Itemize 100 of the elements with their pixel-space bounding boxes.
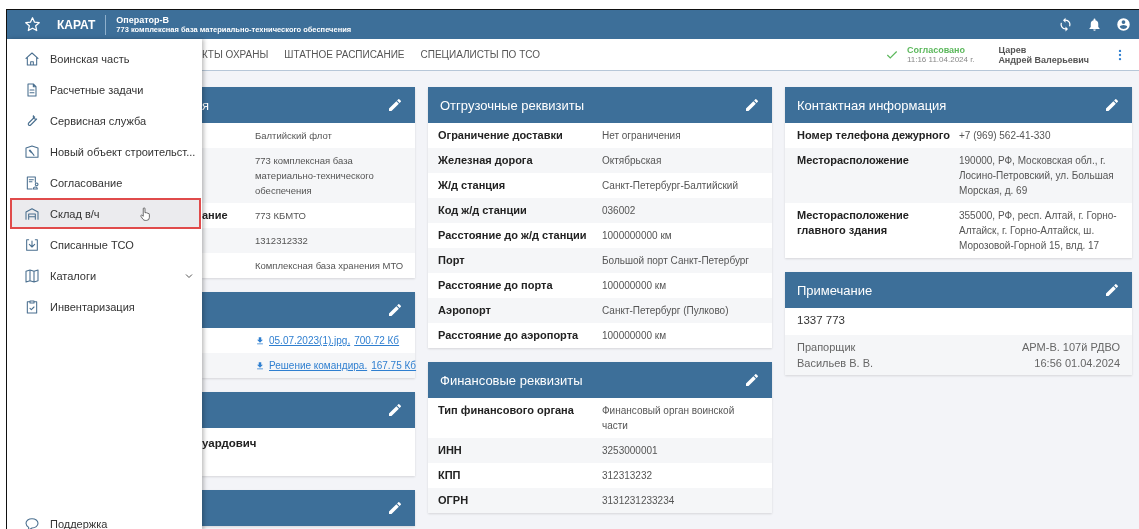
bell-icon[interactable] <box>1087 17 1102 32</box>
menu-item[interactable]: Списанные ТСО <box>10 229 201 260</box>
author-rank: Прапорщик <box>797 341 857 353</box>
field-value: 773 КБМТО <box>255 209 307 223</box>
operator-name: Оператор-В <box>116 15 171 25</box>
field-label: Расстояние до ж/д станции <box>437 228 588 243</box>
menu-item[interactable]: Расчетные задачи <box>10 74 201 105</box>
edit-button[interactable] <box>1104 97 1120 113</box>
warehouse-icon <box>24 205 40 222</box>
menu-item[interactable]: Склад в/ч <box>10 198 201 229</box>
pencil-icon <box>744 372 760 388</box>
tab[interactable]: КТЫ ОХРАНЫ <box>202 41 269 68</box>
field-label: ОГРН <box>437 493 470 508</box>
field-value: Финансовый орган воинской части <box>602 404 736 433</box>
file-size-link[interactable]: 167.75 Кб <box>371 358 417 373</box>
menu-item[interactable]: Инвентаризация <box>10 291 201 322</box>
field-value: Балтийский флот <box>255 129 333 143</box>
chat-bubble-icon <box>24 515 40 529</box>
field-label: Месторасположение <box>796 153 910 168</box>
pencil-icon <box>387 402 403 418</box>
field-value: Большой порт Санкт-Петербург <box>602 254 750 268</box>
field-value: 3131231233234 <box>602 494 676 508</box>
pencil-icon <box>387 302 403 318</box>
pencil-icon <box>744 97 760 113</box>
approver-name: Андрей Валерьевич <box>998 54 1089 65</box>
card-title: Финансовые реквизиты <box>440 372 583 388</box>
star-icon[interactable] <box>24 16 41 33</box>
pencil-icon <box>1104 282 1120 298</box>
field-value: 355000, РФ, респ. Алтай, г. Горно-Алтайск, г. Горно-Алтайск, ш. Морозовой-Горной 15, влд. 17 <box>959 209 1118 253</box>
field-value: Нет ограничения <box>602 129 682 143</box>
field-label: Порт <box>437 253 466 268</box>
field-label: Аэропорт <box>437 303 492 318</box>
edit-button[interactable] <box>744 97 760 113</box>
menu-item[interactable]: Поддержка <box>10 508 201 529</box>
field-value: 036002 <box>602 204 637 218</box>
card-title: Контактная информация <box>797 97 947 113</box>
author-name: Васильев В. В. <box>797 357 874 369</box>
field-label: Ограничение доставки <box>437 128 564 143</box>
app-name: КАРАТ <box>57 14 107 35</box>
field-label: Тип финансового органа <box>437 403 575 418</box>
field-label: ИНН <box>437 443 463 458</box>
field-label: Код ж/д станции <box>437 203 528 218</box>
approval-status: Согласовано <box>906 44 966 55</box>
field-label: Номер телефона дежурного <box>796 128 951 143</box>
field-label: ание <box>202 208 229 223</box>
book-icon <box>24 267 40 284</box>
tab[interactable]: ШТАТНОЕ РАСПИСАНИЕ <box>284 41 405 68</box>
menu-item[interactable]: Воинская часть <box>10 43 201 74</box>
clipboard-person-icon <box>24 174 40 191</box>
pencil-icon <box>387 500 403 516</box>
field-value: Санкт-Петербург (Пулково) <box>602 304 730 318</box>
file-link[interactable]: Решение командира. <box>269 358 368 373</box>
approver-surname: Царев <box>998 44 1027 55</box>
field-value: Октябрьская <box>602 154 663 168</box>
card-title: Отгрузочные реквизиты <box>440 97 585 113</box>
pointer-cursor-icon <box>137 206 152 221</box>
field-value: 100000000 км <box>602 279 668 293</box>
field-value: 1312312332 <box>255 234 309 248</box>
field-label: Железная дорога <box>437 153 534 168</box>
menu-item[interactable]: Сервисная служба <box>10 105 201 136</box>
pencil-icon <box>1104 97 1120 113</box>
edit-button[interactable] <box>387 402 403 418</box>
note-text: 1337 773 <box>796 313 846 328</box>
card-title: Примечание <box>797 282 873 298</box>
note-source: АРМ-В. 107й РДВО <box>1022 341 1120 353</box>
field-label: КПП <box>437 468 462 483</box>
field-label: Расстояние до аэропорта <box>437 328 580 343</box>
document-icon <box>24 81 40 98</box>
card-title: я <box>202 97 210 113</box>
file-link[interactable]: 05.07.2023(1).jpg, <box>269 333 351 348</box>
menu-item[interactable]: Каталоги <box>10 260 201 291</box>
field-value: +7 (969) 562-41-330 <box>959 129 1052 143</box>
approval-time: 11:16 11.04.2024 г. <box>906 54 975 65</box>
field-value: Санкт-Петербург-Балтийский <box>602 179 739 193</box>
tab[interactable]: СПЕЦИАЛИСТЫ ПО ТСО <box>420 41 541 68</box>
card-text: уардович <box>202 436 258 451</box>
sync-icon[interactable] <box>1058 17 1073 32</box>
account-icon[interactable] <box>1116 17 1131 32</box>
field-value: Комплексная база хранения МТО <box>255 259 405 273</box>
menu-item[interactable]: Согласование <box>10 167 201 198</box>
note-datetime: 16:56 01.04.2024 <box>1034 357 1120 369</box>
file-size-link[interactable]: 700.72 Кб <box>354 333 400 348</box>
field-label: Расстояние до порта <box>437 278 554 293</box>
field-value: 3253000001 <box>602 444 659 458</box>
field-value: 100000000 км <box>602 329 668 343</box>
field-label: Месторасположение главного здания <box>796 208 910 238</box>
edit-button[interactable] <box>1104 282 1120 298</box>
field-value: 312313232 <box>602 469 654 483</box>
pencil-icon <box>387 97 403 113</box>
field-value: 773 комплексная база материально-технического обеспечения <box>255 154 375 198</box>
edit-button[interactable] <box>387 97 403 113</box>
edit-button[interactable] <box>387 500 403 516</box>
house-icon <box>24 50 40 67</box>
field-value: 1000000000 км <box>602 229 673 243</box>
field-label: Ж/д станция <box>437 178 507 193</box>
field-value: 190000, РФ, Московская обл., г. Лосино-Петровский, ул. Большая Морская, д. 69 <box>959 154 1115 198</box>
menu-item[interactable]: Новый объект строительст... <box>10 136 201 167</box>
edit-button[interactable] <box>744 372 760 388</box>
download-box-icon <box>24 236 40 253</box>
edit-button[interactable] <box>387 302 403 318</box>
